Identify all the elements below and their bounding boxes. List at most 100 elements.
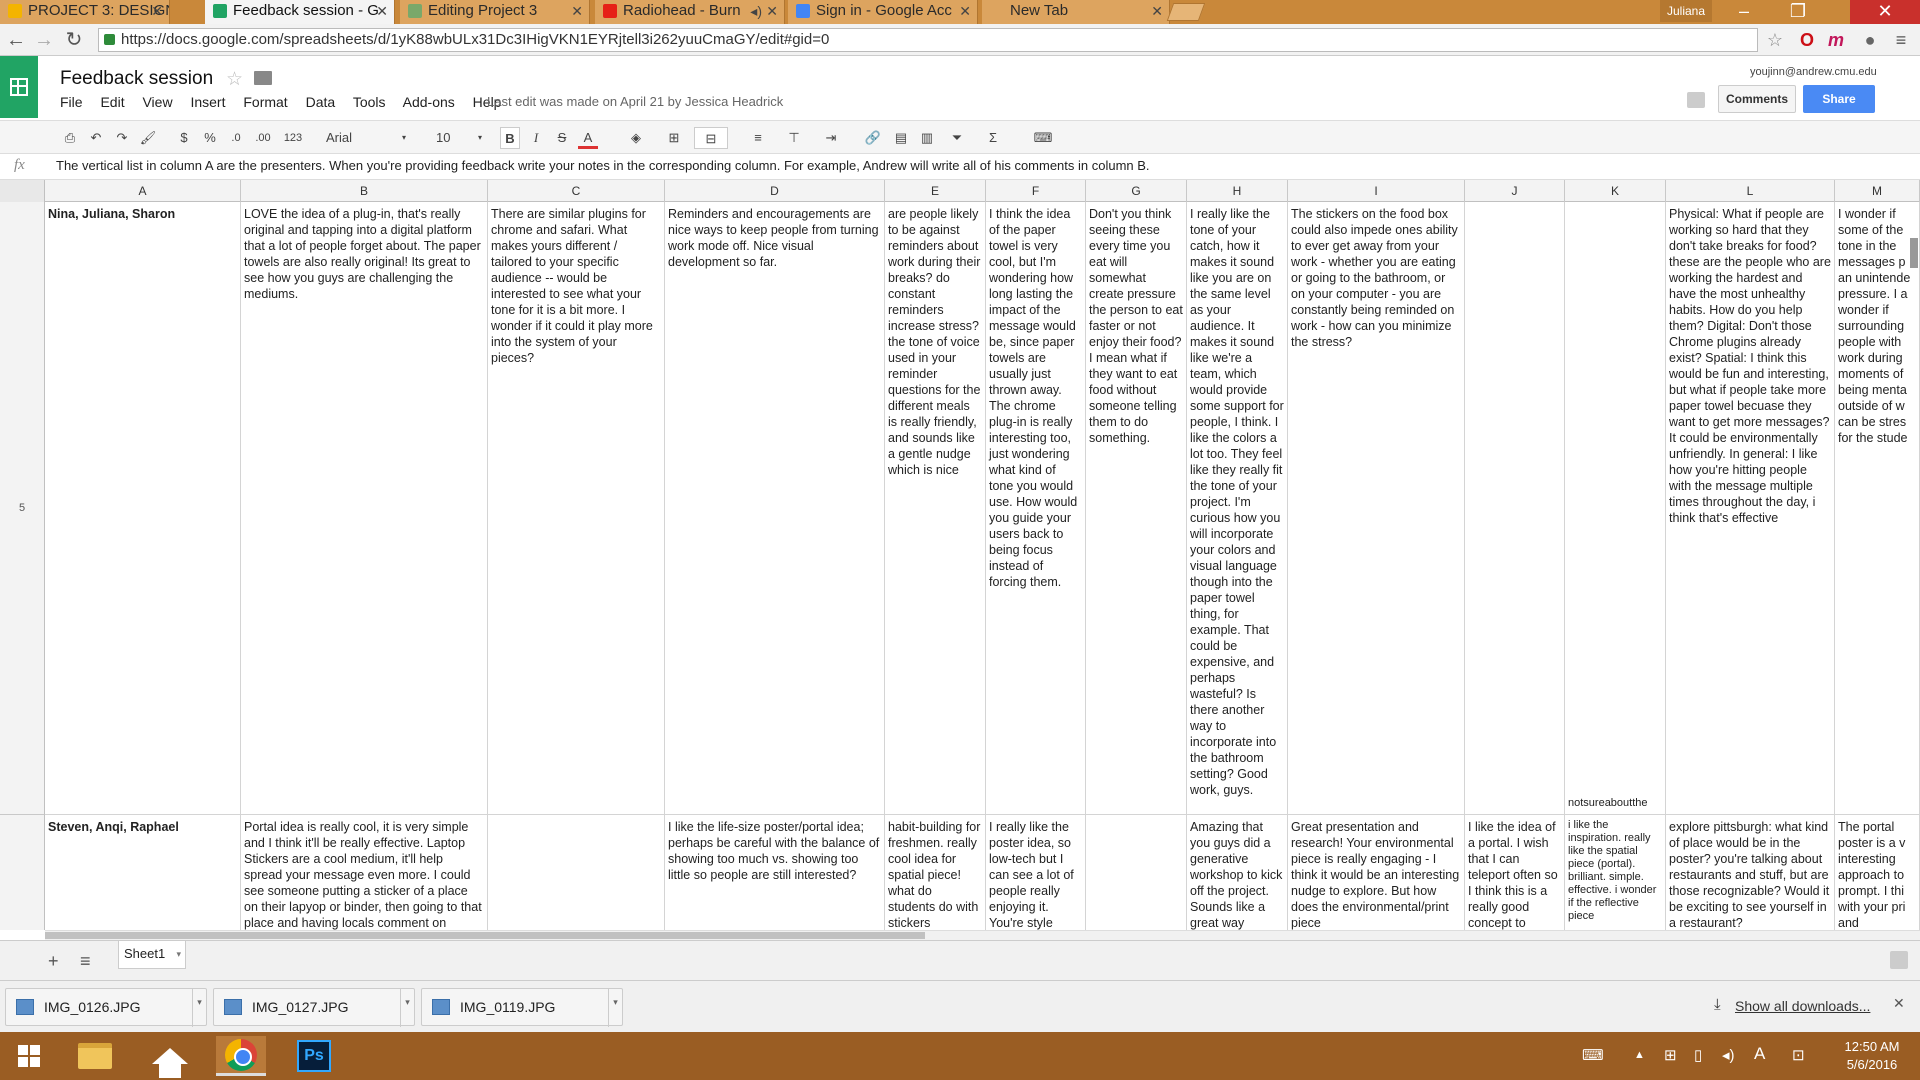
fill-color-icon[interactable]: ◈ bbox=[622, 127, 650, 149]
cell-feedback[interactable]: are people likely to be against reminder… bbox=[885, 202, 986, 815]
cell-feedback[interactable]: Great presentation and research! Your en… bbox=[1288, 815, 1465, 930]
cell-feedback[interactable]: I wonder if some of the tone in the mess… bbox=[1835, 202, 1920, 815]
last-edit-link[interactable]: Last edit was made on April 21 by Jessic… bbox=[487, 94, 783, 109]
column-header-a[interactable]: A bbox=[45, 180, 241, 202]
more-formats-button[interactable]: 123 bbox=[278, 127, 308, 149]
chrome-icon[interactable] bbox=[216, 1036, 266, 1076]
account-email[interactable]: youjinn@andrew.cmu.edu bbox=[1750, 66, 1877, 78]
cell-feedback[interactable]: Reminders and encouragements are nice wa… bbox=[665, 202, 885, 815]
battery-icon[interactable]: ▯ bbox=[1694, 1046, 1702, 1064]
action-center-icon[interactable]: ⊞ bbox=[1664, 1046, 1677, 1064]
cell-presenter[interactable]: Steven, Anqi, Raphael bbox=[45, 815, 241, 930]
volume-icon[interactable]: ◂) bbox=[1722, 1046, 1735, 1064]
borders-icon[interactable]: ⊞ bbox=[660, 127, 688, 149]
font-family-select[interactable]: Arial ▾ bbox=[320, 127, 410, 149]
decrease-decimal-button[interactable]: .0 bbox=[224, 127, 248, 149]
close-tab-icon[interactable]: ✕ bbox=[151, 0, 163, 22]
download-item[interactable]: IMG_0119.JPG ▾ bbox=[421, 988, 623, 1027]
browser-tab-radiohead[interactable]: Radiohead - Burn ◂) ✕ bbox=[595, 0, 785, 24]
text-wrap-icon[interactable]: ⇥ bbox=[814, 127, 848, 149]
chevron-down-icon[interactable]: ▾ bbox=[608, 989, 622, 1027]
add-sheet-icon[interactable]: + bbox=[48, 951, 59, 972]
cell-feedback[interactable]: LOVE the idea of a plug-in, that's reall… bbox=[241, 202, 488, 815]
column-header-i[interactable]: I bbox=[1288, 180, 1465, 202]
share-button[interactable]: Share bbox=[1803, 85, 1875, 113]
star-icon[interactable]: ☆ bbox=[226, 68, 243, 91]
redo-icon[interactable]: ↷ bbox=[112, 127, 132, 149]
sheet-tab-sheet1[interactable]: Sheet1 ▾ bbox=[118, 941, 186, 969]
menu-tools[interactable]: Tools bbox=[353, 94, 386, 110]
menu-insert[interactable]: Insert bbox=[190, 94, 225, 110]
close-tab-icon[interactable]: ✕ bbox=[1151, 0, 1163, 22]
column-header-l[interactable]: L bbox=[1666, 180, 1835, 202]
chevron-down-icon[interactable]: ▾ bbox=[400, 989, 414, 1027]
browser-tab-signin[interactable]: Sign in - Google Acc ✕ bbox=[788, 0, 978, 24]
bookmark-star-icon[interactable]: ☆ bbox=[1765, 30, 1785, 50]
extension-bulb-icon[interactable]: ● bbox=[1860, 30, 1880, 50]
horizontal-scroll-thumb[interactable] bbox=[45, 932, 925, 939]
browser-tab-project3[interactable]: PROJECT 3: DESIGNI ✕ bbox=[0, 0, 170, 24]
file-explorer-icon[interactable] bbox=[70, 1036, 120, 1076]
close-tab-icon[interactable]: ✕ bbox=[571, 0, 583, 22]
menu-format[interactable]: Format bbox=[243, 94, 287, 110]
increase-decimal-button[interactable]: .00 bbox=[250, 127, 276, 149]
cell-feedback[interactable]: explore pittsburgh: what kind of place w… bbox=[1666, 815, 1835, 930]
cell-feedback[interactable] bbox=[1086, 815, 1187, 930]
all-sheets-icon[interactable]: ≡ bbox=[80, 951, 91, 972]
comments-button[interactable]: Comments bbox=[1718, 85, 1796, 113]
row-header-6[interactable] bbox=[0, 815, 45, 930]
column-header-m[interactable]: M bbox=[1835, 180, 1920, 202]
keyboard-icon[interactable]: ⌨ bbox=[1582, 1046, 1604, 1064]
sheets-logo-icon[interactable] bbox=[0, 56, 38, 118]
cell-feedback[interactable]: I like the life-size poster/portal idea;… bbox=[665, 815, 885, 930]
cell-presenter[interactable]: Nina, Juliana, Sharon bbox=[45, 202, 241, 815]
formula-input[interactable]: The vertical list in column A are the pr… bbox=[56, 158, 1150, 173]
close-tab-icon[interactable]: ✕ bbox=[376, 0, 388, 22]
system-clock[interactable]: 12:50 AM 5/6/2016 bbox=[1838, 1038, 1906, 1074]
folder-icon[interactable] bbox=[254, 71, 272, 85]
document-title[interactable]: Feedback session bbox=[60, 68, 213, 90]
chat-icon[interactable] bbox=[1687, 92, 1705, 108]
font-size-select[interactable]: 10 ▾ bbox=[430, 127, 486, 149]
chevron-down-icon[interactable]: ▾ bbox=[176, 941, 181, 967]
column-header-e[interactable]: E bbox=[885, 180, 986, 202]
new-tab-button[interactable] bbox=[1166, 3, 1206, 21]
download-item[interactable]: IMG_0126.JPG ▾ bbox=[5, 988, 207, 1027]
cell-feedback[interactable]: I like the idea of a portal. I wish that… bbox=[1465, 815, 1565, 930]
strikethrough-button[interactable]: S bbox=[552, 127, 572, 149]
vertical-scrollbar[interactable] bbox=[1910, 238, 1918, 268]
cell-feedback[interactable]: The portal poster is a v interesting app… bbox=[1835, 815, 1920, 930]
ime-indicator[interactable]: A bbox=[1754, 1044, 1765, 1064]
download-item[interactable]: IMG_0127.JPG ▾ bbox=[213, 988, 415, 1027]
browser-tab-feedback[interactable]: Feedback session - G ✕ bbox=[205, 0, 395, 24]
cell-feedback[interactable]: I really like the tone of your catch, ho… bbox=[1187, 202, 1288, 815]
cell-feedback[interactable]: habit-building for freshmen. really cool… bbox=[885, 815, 986, 930]
back-icon[interactable]: ← bbox=[4, 28, 28, 52]
close-tab-icon[interactable]: ✕ bbox=[959, 0, 971, 22]
audio-playing-icon[interactable]: ◂) bbox=[750, 0, 762, 22]
cell-feedback[interactable]: Physical: What if people are working so … bbox=[1666, 202, 1835, 815]
profile-chip[interactable]: Juliana bbox=[1660, 0, 1712, 22]
address-bar[interactable]: https://docs.google.com/spreadsheets/d/1… bbox=[98, 28, 1758, 52]
extension-m-icon[interactable]: m bbox=[1826, 30, 1846, 50]
cell-feedback[interactable]: Portal idea is really cool, it is very s… bbox=[241, 815, 488, 930]
column-header-k[interactable]: K bbox=[1565, 180, 1666, 202]
explore-icon[interactable] bbox=[1890, 951, 1908, 969]
cell-feedback[interactable]: I think the idea of the paper towel is v… bbox=[986, 202, 1086, 815]
chevron-down-icon[interactable]: ▾ bbox=[192, 989, 206, 1027]
horizontal-align-icon[interactable]: ≡ bbox=[744, 127, 772, 149]
cell-feedback[interactable] bbox=[488, 815, 665, 930]
column-header-f[interactable]: F bbox=[986, 180, 1086, 202]
vertical-align-icon[interactable]: ⊤ bbox=[780, 127, 808, 149]
menu-view[interactable]: View bbox=[142, 94, 172, 110]
cell-feedback[interactable]: notsureaboutthe bbox=[1565, 202, 1666, 815]
column-header-d[interactable]: D bbox=[665, 180, 885, 202]
insert-link-icon[interactable]: 🔗 bbox=[862, 127, 884, 149]
menu-file[interactable]: File bbox=[60, 94, 83, 110]
cell-feedback[interactable]: I really like the poster idea, so low-te… bbox=[986, 815, 1086, 930]
forward-icon[interactable]: → bbox=[32, 28, 56, 52]
show-hidden-icons[interactable]: ▲ bbox=[1634, 1049, 1645, 1061]
menu-edit[interactable]: Edit bbox=[100, 94, 124, 110]
restore-icon[interactable]: ❐ bbox=[1776, 0, 1820, 24]
cell-feedback[interactable]: There are similar plugins for chrome and… bbox=[488, 202, 665, 815]
